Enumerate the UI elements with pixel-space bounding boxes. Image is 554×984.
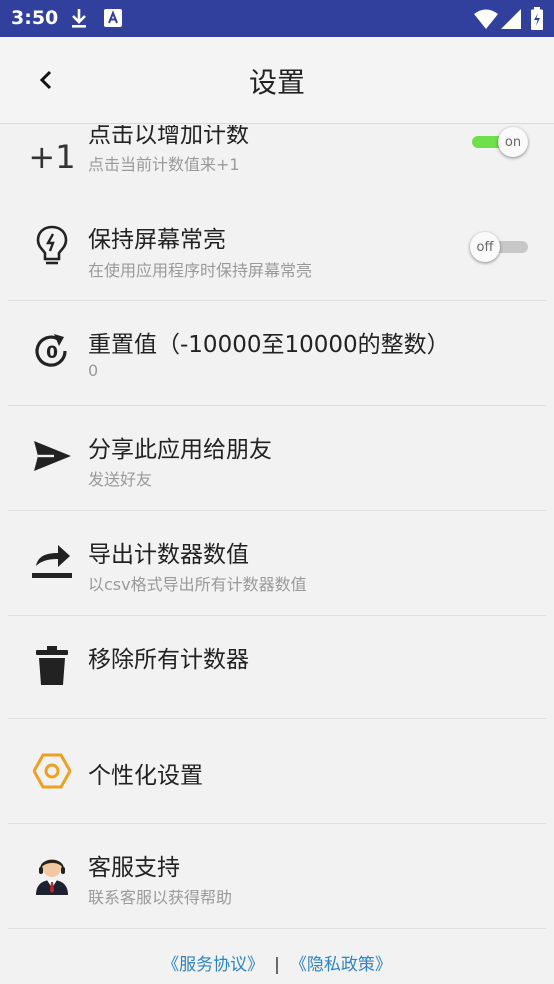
footer-links: 《服务协议》 | 《隐私政策》 [0,950,554,975]
toggle-knob: on [498,127,528,157]
setting-subtitle: 在使用应用程序时保持屏幕常亮 [88,261,313,280]
plus-one-icon: +1 [28,138,76,176]
hexagon-icon [30,749,74,793]
terms-of-service-link[interactable]: 《服务协议》 [162,955,264,975]
setting-share-app[interactable]: 分享此应用给朋友 发送好友 [0,406,554,510]
setting-title: 保持屏幕常亮 [88,227,226,253]
setting-subtitle: 以csv格式导出所有计数器数值 [88,575,307,594]
setting-customer-support[interactable]: 客服支持 联系客服以获得帮助 [0,824,554,928]
send-icon [30,434,74,478]
battery-icon [531,7,543,34]
setting-title: 移除所有计数器 [88,647,249,673]
setting-title: 分享此应用给朋友 [88,437,272,463]
status-bar: 3:50 [0,0,554,37]
reset-icon-digit: 0 [46,343,58,363]
app-notification-icon [104,9,122,31]
lightbulb-icon [30,224,74,268]
setting-subtitle: 0 [88,361,99,380]
wifi-icon [474,9,498,33]
toggle-knob: off [470,232,500,262]
setting-title: 点击以增加计数 [88,125,249,148]
setting-subtitle: 发送好友 [88,470,153,489]
increment-toggle[interactable]: on [470,127,528,157]
setting-title: 重置值（-10000至10000的整数） [88,332,450,358]
divider [8,928,546,929]
footer-separator: | [274,955,280,975]
setting-keep-screen-on[interactable]: 保持屏幕常亮 在使用应用程序时保持屏幕常亮 off [0,200,554,300]
setting-title: 客服支持 [88,855,180,881]
setting-subtitle: 联系客服以获得帮助 [88,888,233,907]
settings-list: +1 点击以增加计数 点击当前计数值来+1 on 保持屏幕常亮 在使用应用程序时… [0,125,554,945]
trash-icon [30,644,74,688]
signal-icon [501,9,521,33]
setting-remove-all-counters[interactable]: 移除所有计数器 [0,616,554,720]
app-bar: 设置 [0,37,554,124]
setting-title: 导出计数器数值 [88,542,249,568]
setting-export-values[interactable]: 导出计数器数值 以csv格式导出所有计数器数值 [0,511,554,615]
setting-personalize[interactable]: 个性化设置 [0,719,554,823]
customer-service-agent-icon [30,852,74,896]
setting-reset-value[interactable]: 0 重置值（-10000至10000的整数） 0 [0,301,554,405]
setting-subtitle: 点击当前计数值来+1 [88,155,240,174]
setting-tap-to-increment[interactable]: +1 点击以增加计数 点击当前计数值来+1 on [0,125,554,200]
setting-title: 个性化设置 [88,763,203,789]
page-title: 设置 [248,66,305,99]
download-icon [70,7,88,33]
privacy-policy-link[interactable]: 《隐私政策》 [290,955,392,975]
keep-screen-on-toggle[interactable]: off [470,232,528,262]
status-time: 3:50 [11,7,59,29]
export-icon [30,539,74,583]
reset-icon: 0 [30,329,74,373]
